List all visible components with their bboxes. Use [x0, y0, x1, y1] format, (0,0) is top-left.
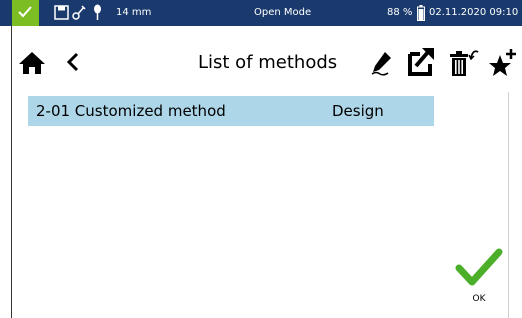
home-button[interactable]: [18, 51, 46, 79]
delete-button[interactable]: [447, 46, 481, 82]
method-type: Design: [332, 102, 384, 120]
pipette-icon: [72, 5, 86, 20]
add-favorite-button[interactable]: [489, 46, 519, 82]
method-list-item[interactable]: 2-01 Customized method Design: [28, 96, 434, 126]
status-ok-indicator: [12, 0, 39, 26]
export-icon: [408, 48, 434, 76]
back-button[interactable]: [66, 52, 80, 76]
status-mode-text: Open Mode: [254, 7, 312, 18]
check-icon: [18, 6, 32, 18]
status-size-text: 14 mm: [116, 7, 152, 18]
export-button[interactable]: [406, 46, 436, 80]
delete-icon: [450, 50, 479, 76]
back-icon: [66, 52, 79, 72]
save-icon: [54, 5, 69, 20]
status-bar: 14 mm Open Mode 88 % 02.11.2020 09:10: [0, 0, 522, 26]
status-battery-text: 88 %: [387, 7, 413, 18]
method-name: 2-01 Customized method: [36, 102, 226, 120]
ok-label: OK: [472, 294, 486, 304]
edit-button[interactable]: [370, 50, 394, 80]
location-pin-icon: [94, 4, 101, 20]
add-favorite-icon: [489, 49, 516, 76]
edit-icon: [371, 52, 391, 76]
home-icon: [19, 52, 45, 74]
content-frame-left-border: [11, 26, 12, 318]
content-frame-right-border: [508, 92, 509, 318]
checkmark-icon: [455, 248, 503, 286]
battery-icon: [417, 5, 425, 21]
page-title: List of methods: [198, 52, 338, 73]
status-datetime-text: 02.11.2020 09:10: [429, 7, 519, 18]
ok-button[interactable]: OK: [451, 238, 507, 308]
